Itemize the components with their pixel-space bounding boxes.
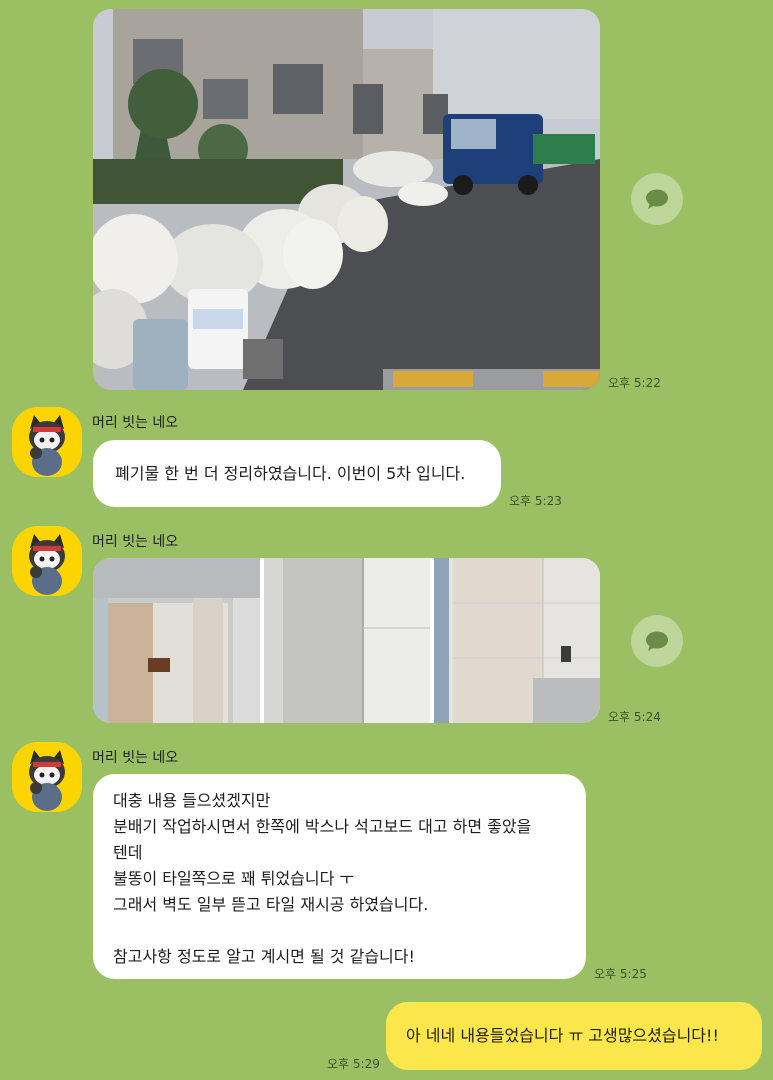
message-line: 분배기 작업하시면서 한쪽에 박스나 석고보드 대고 하면 좋았을	[113, 817, 532, 836]
waste-bags-image	[93, 9, 600, 390]
neo-cat-profile-icon	[12, 742, 82, 812]
my-message-bubble[interactable]: 아 네네 내용들었습니다 ㅠ 고생많으셨습니다!!	[386, 1002, 762, 1070]
sender-name: 머리 빗는 네오	[92, 750, 179, 766]
message-bubble[interactable]: 대충 내용 들으셨겠지만 분배기 작업하시면서 한쪽에 박스나 석고보드 대고 …	[93, 774, 586, 979]
message-line: 불똥이 타일쪽으로 꽤 튀었습니다 ㅜ	[113, 869, 355, 888]
wall-tiles-image	[93, 558, 600, 723]
message-line	[113, 918, 586, 944]
message-text: 폐기물 한 번 더 정리하였습니다. 이번이 5차 입니다.	[115, 464, 466, 483]
timestamp-msg2: 오후 5:25	[594, 967, 647, 981]
timestamp-reply: 오후 5:29	[327, 1057, 380, 1071]
avatar[interactable]	[12, 526, 82, 596]
message-line: 참고사항 정도로 알고 계시면 될 것 같습니다!	[113, 947, 415, 966]
photo-wall-tiles[interactable]	[93, 558, 600, 723]
message-bubble[interactable]: 폐기물 한 번 더 정리하였습니다. 이번이 5차 입니다.	[93, 440, 501, 507]
timestamp-msg1: 오후 5:23	[509, 494, 562, 508]
message-text: 아 네네 내용들었습니다 ㅠ 고생많으셨습니다!!	[406, 1026, 719, 1045]
message-line: 텐데	[113, 843, 143, 862]
avatar[interactable]	[12, 407, 82, 477]
photo-waste-bags[interactable]	[93, 9, 600, 390]
sender-name: 머리 빗는 네오	[92, 534, 179, 550]
neo-cat-profile-icon	[12, 407, 82, 477]
message-line: 대충 내용 들으셨겠지만	[113, 791, 271, 810]
share-button-photo1[interactable]	[631, 173, 683, 225]
timestamp-photo1: 오후 5:22	[608, 376, 661, 390]
timestamp-photo2: 오후 5:24	[608, 710, 661, 724]
share-speech-bubble-icon	[646, 189, 668, 209]
avatar[interactable]	[12, 742, 82, 812]
message-line: 그래서 벽도 일부 뜯고 타일 재시공 하였습니다.	[113, 895, 429, 914]
share-button-photo2[interactable]	[631, 615, 683, 667]
sender-name: 머리 빗는 네오	[92, 415, 179, 431]
neo-cat-profile-icon	[12, 526, 82, 596]
share-speech-bubble-icon	[646, 631, 668, 651]
